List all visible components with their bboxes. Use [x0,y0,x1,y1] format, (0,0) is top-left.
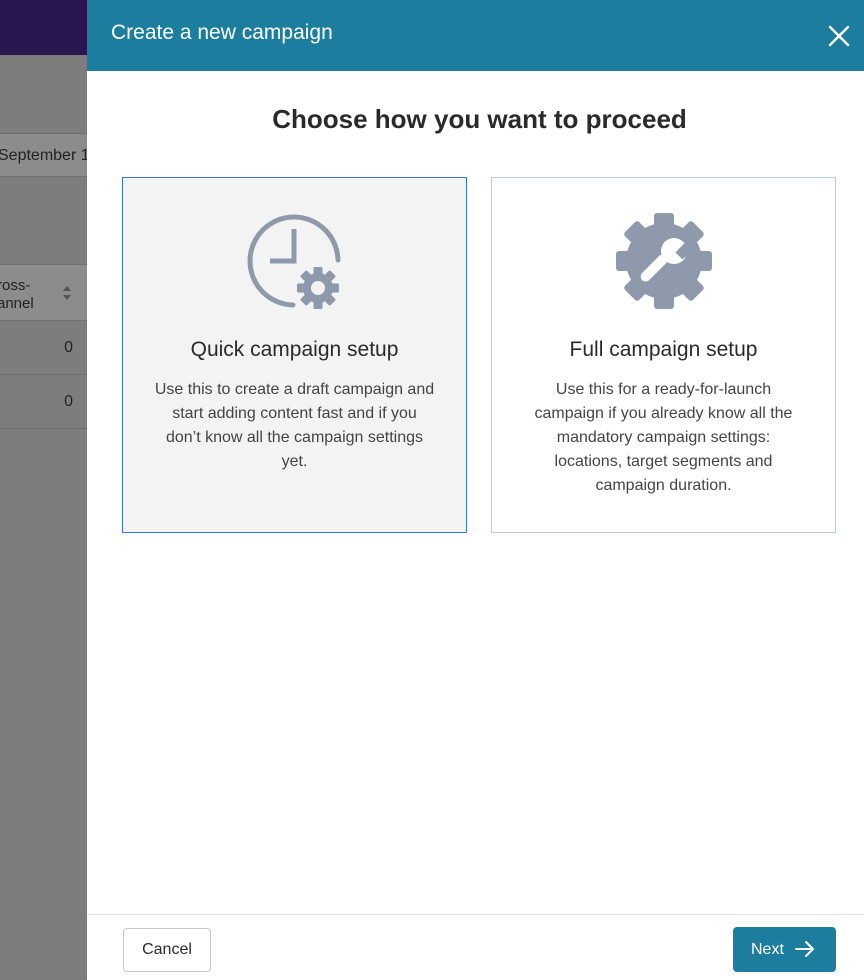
quick-campaign-setup-card[interactable]: Quick campaign setup Use this to create … [122,177,467,533]
column-header-line2: annel [0,295,34,312]
full-setup-description: Use this for a ready-for-launch campaign… [534,381,793,494]
background-page [0,55,87,979]
full-campaign-setup-card[interactable]: Full campaign setup Use this for a ready… [491,177,836,533]
modal-header: Create a new campaign [87,0,864,71]
modal-title: Create a new campaign [111,21,333,44]
background-column-header: ross- annel [0,264,87,321]
clock-gear-icon [247,214,341,309]
next-button[interactable]: Next [733,927,836,972]
wrench-gear-icon [616,213,712,309]
page-heading: Choose how you want to proceed [272,104,687,134]
row-value: 0 [64,339,73,356]
quick-setup-title: Quick campaign setup [190,338,399,361]
background-table-row: 0 [0,375,87,429]
background-date-text: September 1 [0,147,90,164]
column-header-line1: ross- [0,277,31,294]
background-table-row: 0 [0,321,87,375]
create-campaign-modal: Create a new campaign Choose how you wan… [87,0,864,980]
full-setup-title: Full campaign setup [569,338,758,361]
cancel-button[interactable]: Cancel [123,928,211,972]
row-value: 0 [64,393,73,410]
background-top-bar [0,0,87,55]
modal-footer: Cancel Next [87,914,864,980]
next-button-label: Next [751,941,784,958]
background-date-filter: September 1 [0,133,90,177]
arrow-right-icon [795,941,814,957]
close-icon [828,25,850,47]
close-button[interactable] [825,22,853,50]
sort-icon [63,286,71,300]
quick-setup-description: Use this to create a draft campaign and … [154,381,435,470]
